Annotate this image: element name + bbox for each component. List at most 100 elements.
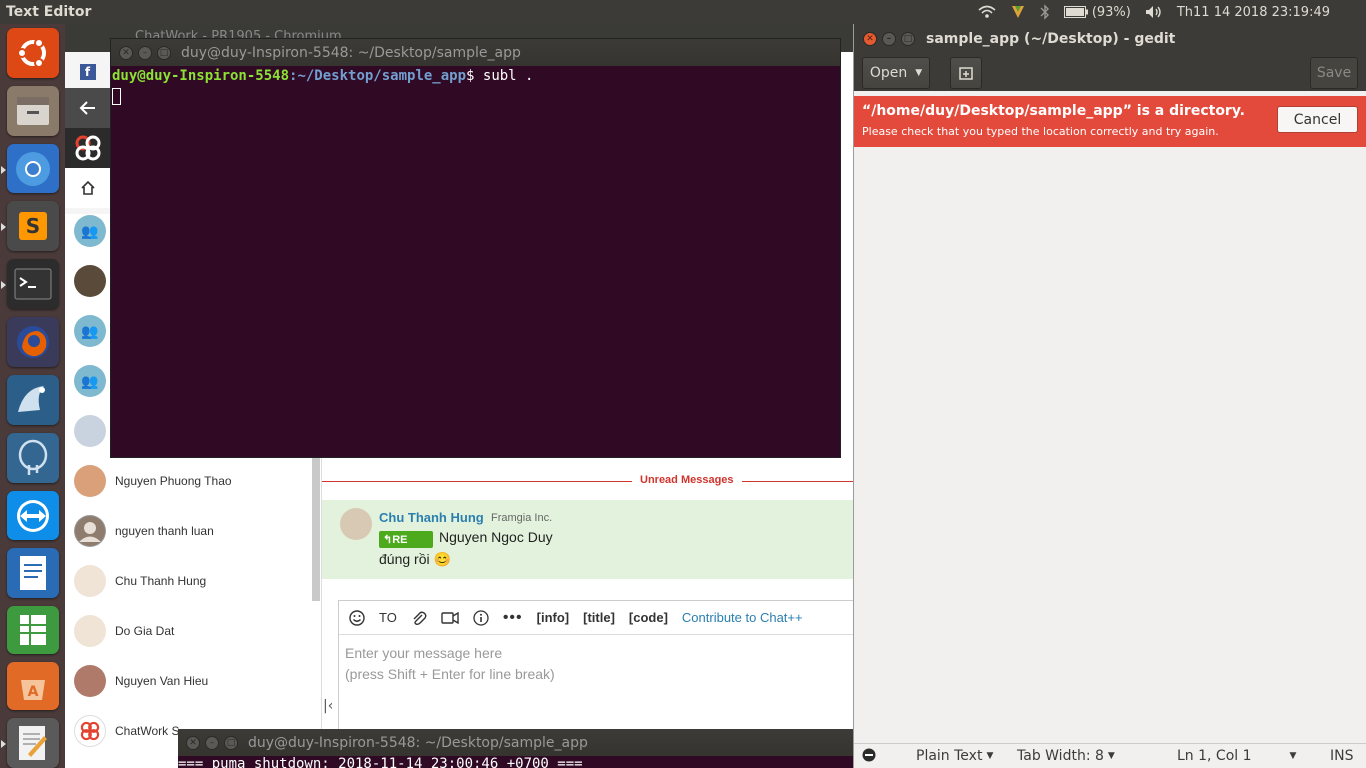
group-avatar: 👥 bbox=[74, 365, 106, 397]
clock[interactable]: Th11 14 2018 23:19:49 bbox=[1177, 5, 1330, 20]
room-list-scrollbar[interactable] bbox=[312, 456, 320, 601]
cursor-position-selector[interactable]: Ln 1, Col 1 ▼ bbox=[1177, 748, 1296, 764]
chevron-down-icon: ▼ bbox=[915, 67, 923, 78]
bluetooth-icon[interactable] bbox=[1040, 4, 1050, 20]
open-button-label: Open bbox=[869, 64, 908, 81]
terminal2-output[interactable]: === puma shutdown: 2018-11-14 23:00:46 +… bbox=[178, 756, 854, 768]
terminal-output[interactable]: duy@duy-Inspiron-5548:~/Desktop/sample_a… bbox=[111, 66, 840, 106]
pgadmin-icon[interactable] bbox=[6, 432, 59, 483]
files-icon[interactable] bbox=[6, 85, 59, 136]
gedit-headerbar: Open ▼ Save bbox=[854, 54, 1366, 91]
firefox-icon[interactable] bbox=[6, 317, 59, 367]
close-icon[interactable]: ✕ bbox=[119, 45, 133, 60]
close-icon[interactable]: ✕ bbox=[186, 735, 200, 750]
terminal-titlebar[interactable]: ✕ – □ duy@duy-Inspiron-5548: ~/Desktop/s… bbox=[111, 39, 840, 66]
error-detail: Please check that you typed the location… bbox=[862, 125, 1219, 138]
maximize-icon[interactable]: □ bbox=[901, 32, 915, 46]
avatar bbox=[74, 665, 106, 697]
message-input[interactable]: Enter your message here (press Shift + E… bbox=[339, 635, 864, 693]
save-button[interactable]: Save bbox=[1310, 56, 1358, 89]
maximize-icon[interactable]: □ bbox=[224, 735, 238, 750]
wifi-icon[interactable] bbox=[978, 5, 996, 19]
composer-toolbar: TO ••• [info] [title] [code] Contribute … bbox=[339, 601, 864, 635]
sublime-icon[interactable]: S bbox=[0, 201, 59, 252]
message-sender[interactable]: Chu Thanh Hung bbox=[379, 510, 484, 525]
libreoffice-writer-icon[interactable] bbox=[6, 548, 59, 599]
avatar bbox=[74, 265, 106, 297]
software-center-icon[interactable]: A bbox=[6, 662, 59, 711]
maximize-icon[interactable]: □ bbox=[157, 45, 171, 60]
room-name: Nguyen Van Hieu bbox=[115, 674, 209, 688]
unread-divider bbox=[322, 481, 865, 482]
chat-area: Unread Messages Chu Thanh Hung Framgia I… bbox=[322, 454, 865, 768]
ubuntu-logo-icon[interactable] bbox=[6, 28, 59, 78]
update-indicator-icon[interactable] bbox=[1010, 4, 1026, 20]
battery-percent: (93%) bbox=[1091, 4, 1131, 20]
message-input-placeholder-1: Enter your message here bbox=[345, 645, 503, 661]
open-button[interactable]: Open ▼ bbox=[862, 56, 930, 89]
back-arrow-icon[interactable] bbox=[65, 88, 110, 128]
sidepanel-toggle-icon[interactable] bbox=[862, 748, 876, 762]
to-button[interactable]: TO bbox=[379, 610, 397, 625]
new-tab-icon[interactable] bbox=[950, 56, 982, 89]
language-selector[interactable]: Plain Text ▼ bbox=[916, 748, 993, 764]
terminal-line: duy@duy-Inspiron-5548:~/Desktop/sample_a… bbox=[112, 67, 840, 86]
room-item[interactable]: Nguyen Van Hieu bbox=[65, 656, 315, 706]
home-icon[interactable] bbox=[65, 168, 110, 208]
room-item[interactable]: Nguyen Phuong Thao bbox=[65, 456, 315, 506]
gedit-window: ✕ – □ sample_app (~/Desktop) - gedit Ope… bbox=[853, 24, 1366, 768]
gedit-statusbar: Plain Text ▼ Tab Width: 8 ▼ Ln 1, Col 1 … bbox=[854, 743, 1366, 768]
terminal-window: ✕ – □ duy@duy-Inspiron-5548: ~/Desktop/s… bbox=[110, 38, 841, 458]
battery-indicator[interactable]: (93%) bbox=[1063, 4, 1131, 20]
default-avatar bbox=[74, 515, 106, 547]
video-call-icon[interactable] bbox=[441, 611, 459, 625]
prompt-user: duy@duy-Inspiron-5548 bbox=[112, 68, 290, 84]
close-icon[interactable]: ✕ bbox=[863, 32, 877, 46]
battery-icon bbox=[1063, 6, 1088, 18]
chatwork-logo-icon[interactable] bbox=[65, 128, 110, 168]
room-item[interactable]: nguyen thanh luan bbox=[65, 506, 315, 556]
minimize-icon[interactable]: – bbox=[138, 45, 152, 60]
room-name: nguyen thanh luan bbox=[115, 524, 214, 538]
gedit-titlebar[interactable]: ✕ – □ sample_app (~/Desktop) - gedit bbox=[854, 24, 1366, 54]
reply-badge[interactable]: ↰ RE bbox=[379, 531, 433, 548]
minimize-icon[interactable]: – bbox=[205, 735, 219, 750]
volume-icon[interactable] bbox=[1145, 5, 1163, 19]
chevron-down-icon: ▼ bbox=[986, 751, 994, 761]
message[interactable]: Chu Thanh Hung Framgia Inc. ↰ RE Nguyen N… bbox=[322, 500, 865, 579]
message-text: đúng rồi 😊 bbox=[379, 551, 451, 567]
reply-to-name: Nguyen Ngoc Duy bbox=[439, 529, 553, 545]
error-title: “/home/duy/Desktop/sample_app” is a dire… bbox=[862, 103, 1245, 119]
mysql-workbench-icon[interactable] bbox=[6, 374, 59, 425]
chromium-icon[interactable] bbox=[0, 143, 59, 194]
cancel-button[interactable]: Cancel bbox=[1277, 106, 1358, 133]
terminal2-titlebar[interactable]: ✕ – □ duy@duy-Inspiron-5548: ~/Desktop/s… bbox=[178, 729, 854, 756]
title-tag-button[interactable]: [title] bbox=[583, 610, 615, 625]
chevron-down-icon: ▼ bbox=[1289, 751, 1297, 761]
group-avatar: 👥 bbox=[74, 315, 106, 347]
window-controls: ✕ – □ bbox=[178, 735, 248, 750]
unread-label: Unread Messages bbox=[632, 474, 742, 486]
room-item[interactable]: Chu Thanh Hung bbox=[65, 556, 315, 606]
collapse-arrow-icon[interactable]: |‹ bbox=[323, 698, 333, 714]
minimize-icon[interactable]: – bbox=[882, 32, 896, 46]
attach-icon[interactable] bbox=[411, 610, 427, 626]
contribute-link[interactable]: Contribute to Chat++ bbox=[682, 610, 803, 625]
gedit-icon[interactable] bbox=[0, 718, 59, 768]
insert-mode[interactable]: INS bbox=[1330, 748, 1354, 764]
info-icon[interactable] bbox=[473, 609, 489, 626]
terminal-icon[interactable] bbox=[0, 259, 59, 310]
emoji-icon[interactable] bbox=[349, 609, 365, 626]
teamviewer-icon[interactable] bbox=[6, 490, 59, 541]
more-icon[interactable]: ••• bbox=[503, 609, 523, 627]
window-controls: ✕ – □ bbox=[111, 45, 181, 60]
cursor-position-label: Ln 1, Col 1 bbox=[1177, 748, 1252, 764]
tab-width-selector[interactable]: Tab Width: 8 ▼ bbox=[1017, 748, 1115, 764]
facebook-icon[interactable]: f bbox=[65, 60, 110, 84]
info-tag-button[interactable]: [info] bbox=[537, 610, 569, 625]
error-infobar: “/home/duy/Desktop/sample_app” is a dire… bbox=[854, 96, 1366, 147]
libreoffice-calc-icon[interactable] bbox=[6, 606, 59, 655]
room-item[interactable]: Do Gia Dat bbox=[65, 606, 315, 656]
room-name: Chu Thanh Hung bbox=[115, 574, 207, 588]
code-tag-button[interactable]: [code] bbox=[629, 610, 668, 625]
